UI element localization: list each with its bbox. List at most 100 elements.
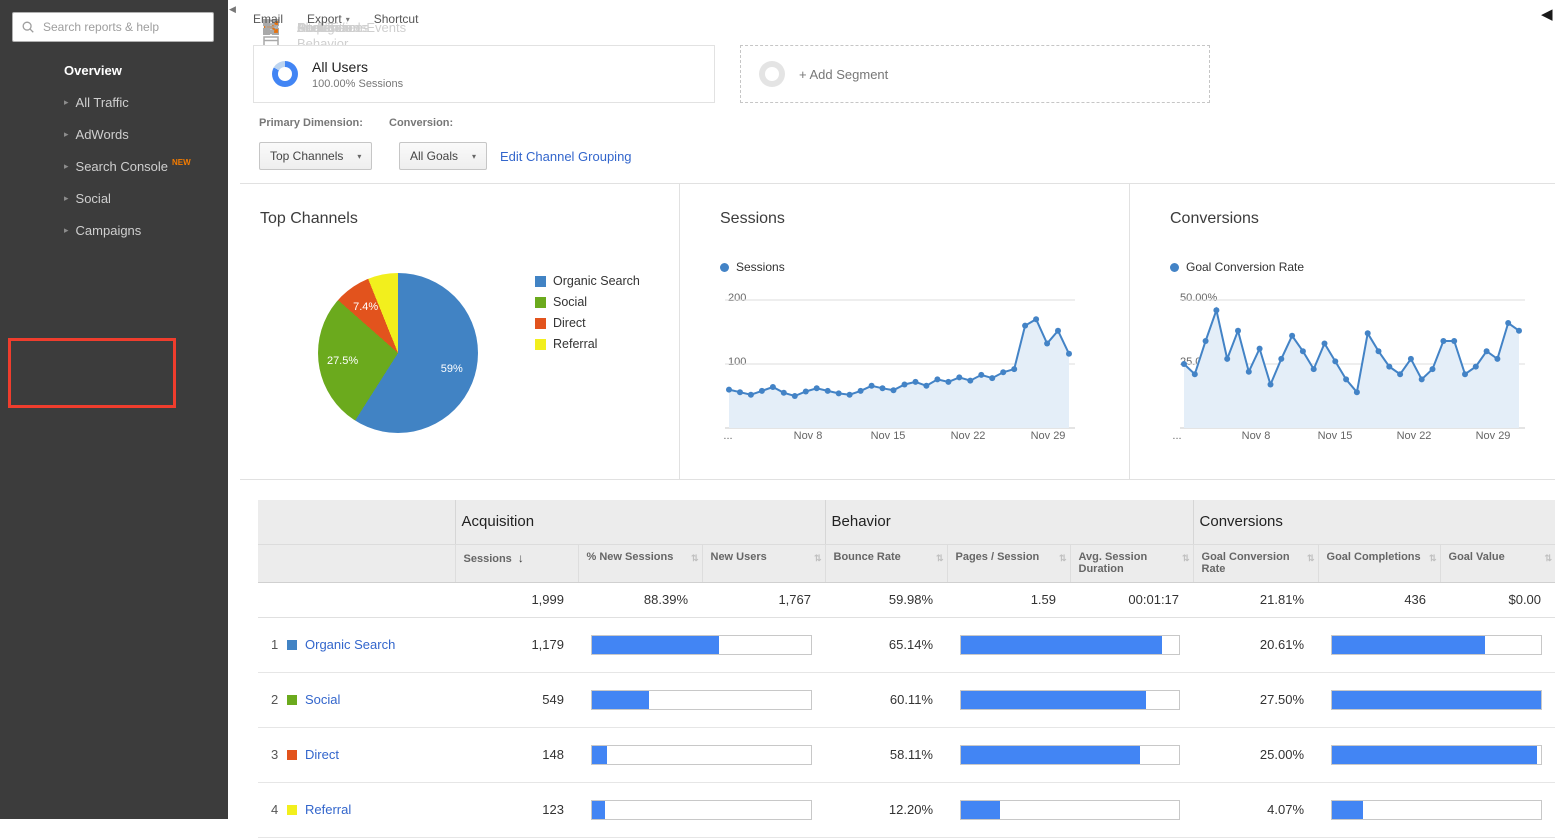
- sidebar-item-campaigns[interactable]: ▸Campaigns: [0, 214, 228, 246]
- action-menu: Email Export ▾ Shortcut: [240, 0, 418, 38]
- edit-channel-grouping-link[interactable]: Edit Channel Grouping: [500, 149, 632, 164]
- column-header-label: Goal Value: [1449, 551, 1505, 563]
- column-header--new-sessions[interactable]: % New Sessions⇅: [578, 544, 702, 582]
- total-value: 59.98%: [825, 582, 947, 617]
- x-axis-label: ...: [1172, 430, 1181, 442]
- legend-label: Referral: [553, 337, 597, 351]
- sidebar-collapse-strip[interactable]: ◀: [228, 0, 240, 819]
- conversions-legend-label: Goal Conversion Rate: [1186, 260, 1304, 274]
- group-behavior: Behavior: [825, 500, 1193, 544]
- column-header-avg-session-duration[interactable]: Avg. Session Duration ⇅: [1070, 544, 1193, 582]
- export-button[interactable]: Export ▾: [307, 12, 350, 26]
- sessions-value: 1,179: [455, 617, 578, 672]
- add-segment-circle-icon: [759, 61, 785, 87]
- legend-label: Organic Search: [553, 274, 640, 288]
- goal-completions-bar: [1331, 745, 1542, 765]
- pie-slice-label: 27.5%: [327, 355, 358, 367]
- total-value: 1.59: [947, 582, 1070, 617]
- column-header-new-users[interactable]: New Users⇅: [702, 544, 825, 582]
- sessions-value: 549: [455, 672, 578, 727]
- row-rank: 3: [271, 747, 283, 762]
- new-users-bar: [591, 635, 812, 655]
- channel-link[interactable]: Referral: [305, 802, 351, 817]
- group-conversions: Conversions: [1193, 500, 1555, 544]
- legend-dot-icon: [1170, 263, 1179, 272]
- sidebar-item-label: All Traffic: [76, 95, 129, 110]
- channel-link[interactable]: Organic Search: [305, 637, 395, 652]
- goal-completions-bar: [1331, 690, 1542, 710]
- channel-link[interactable]: Social: [305, 692, 340, 707]
- sidebar-item-search-console[interactable]: ▸Search ConsoleNEW: [0, 150, 228, 182]
- x-axis-label: Nov 8: [794, 430, 823, 442]
- new-users-bar: [591, 745, 812, 765]
- sort-toggle-icon: ⇅: [1307, 553, 1315, 564]
- search-icon: [21, 20, 35, 34]
- sort-toggle-icon: ⇅: [691, 553, 699, 564]
- new-users-bar-cell: [578, 782, 825, 837]
- column-header-bounce-rate[interactable]: Bounce Rate⇅: [825, 544, 947, 582]
- column-header-goal-completions[interactable]: Goal Completions⇅: [1318, 544, 1440, 582]
- add-segment-button[interactable]: + Add Segment: [740, 45, 1210, 103]
- session-duration-bar-cell: [947, 782, 1193, 837]
- expand-arrow-icon: ▸: [64, 225, 69, 236]
- bounce-rate-value: 12.20%: [825, 782, 947, 837]
- search-input[interactable]: [41, 19, 205, 35]
- total-value: 88.39%: [578, 582, 702, 617]
- conversion-select[interactable]: All Goals ▾: [399, 142, 487, 170]
- annotation-highlight-box: [8, 338, 176, 408]
- new-users-bar-cell: [578, 672, 825, 727]
- column-header-label: Bounce Rate: [834, 551, 901, 563]
- column-header-pages-session[interactable]: Pages / Session⇅: [947, 544, 1070, 582]
- sort-toggle-icon: ⇅: [1182, 553, 1190, 564]
- total-value: 1,999: [455, 582, 578, 617]
- row-rank: 4: [271, 802, 283, 817]
- group-acquisition: Acquisition: [455, 500, 825, 544]
- column-header-label: Avg. Session Duration: [1079, 551, 1148, 575]
- sidebar-item-social[interactable]: ▸Social: [0, 182, 228, 214]
- new-badge: NEW: [172, 158, 191, 167]
- shortcut-button[interactable]: Shortcut: [374, 12, 419, 26]
- column-header-label: Sessions: [464, 553, 512, 565]
- channel-color-swatch: [287, 695, 297, 705]
- sidebar-item-label: Search Console: [76, 159, 169, 174]
- total-value: 436: [1318, 582, 1440, 617]
- primary-dimension-select[interactable]: Top Channels ▾: [259, 142, 372, 170]
- segment-all-users[interactable]: All Users 100.00% Sessions: [253, 45, 715, 103]
- goal-completions-bar-cell: [1318, 672, 1555, 727]
- sidebar-item-all-traffic[interactable]: ▸All Traffic: [0, 86, 228, 118]
- legend-item: Direct: [535, 316, 640, 330]
- column-header-label: Goal Completions: [1327, 551, 1421, 563]
- row-rank: 1: [271, 637, 283, 652]
- caret-down-icon: ▾: [346, 15, 350, 24]
- goal-completions-bar: [1331, 800, 1542, 820]
- row-rank: 2: [271, 692, 283, 707]
- channel-link[interactable]: Direct: [305, 747, 339, 762]
- table-row-referral: 4Referral12312.20%4.07%: [258, 782, 1555, 837]
- top-channels-panel: Top Channels 59%27.5%7.4% Organic Search…: [240, 184, 680, 479]
- add-segment-label: + Add Segment: [799, 67, 888, 82]
- channel-color-swatch: [287, 805, 297, 815]
- column-header-goal-conversion-rate[interactable]: Goal Conversion Rate⇅: [1193, 544, 1318, 582]
- x-axis-label: Nov 15: [1318, 430, 1353, 442]
- channel-color-swatch: [287, 750, 297, 760]
- channel-color-swatch: [287, 640, 297, 650]
- new-users-bar: [591, 690, 812, 710]
- legend-swatch-icon: [535, 339, 546, 350]
- legend-item: Organic Search: [535, 274, 640, 288]
- export-label: Export: [307, 12, 342, 26]
- bounce-rate-value: 60.11%: [825, 672, 947, 727]
- table-group-header: Acquisition Behavior Conversions: [258, 500, 1555, 544]
- collapse-arrow-icon: ◀: [229, 4, 236, 15]
- caret-down-icon: ▾: [472, 152, 476, 161]
- caret-down-icon: ▾: [357, 152, 361, 161]
- email-button[interactable]: Email: [253, 12, 283, 26]
- goal-completions-bar-cell: [1318, 617, 1555, 672]
- column-header-sessions[interactable]: Sessions↓: [455, 544, 578, 582]
- search-box[interactable]: [12, 12, 214, 42]
- sidebar-item-adwords[interactable]: ▸AdWords: [0, 118, 228, 150]
- column-header-goal-value[interactable]: Goal Value⇅: [1440, 544, 1555, 582]
- sidebar-item-overview[interactable]: Overview: [0, 54, 228, 86]
- conversions-line-chart: [1180, 294, 1525, 436]
- goal-conversion-rate-value: 27.50%: [1193, 672, 1318, 727]
- bounce-rate-value: 65.14%: [825, 617, 947, 672]
